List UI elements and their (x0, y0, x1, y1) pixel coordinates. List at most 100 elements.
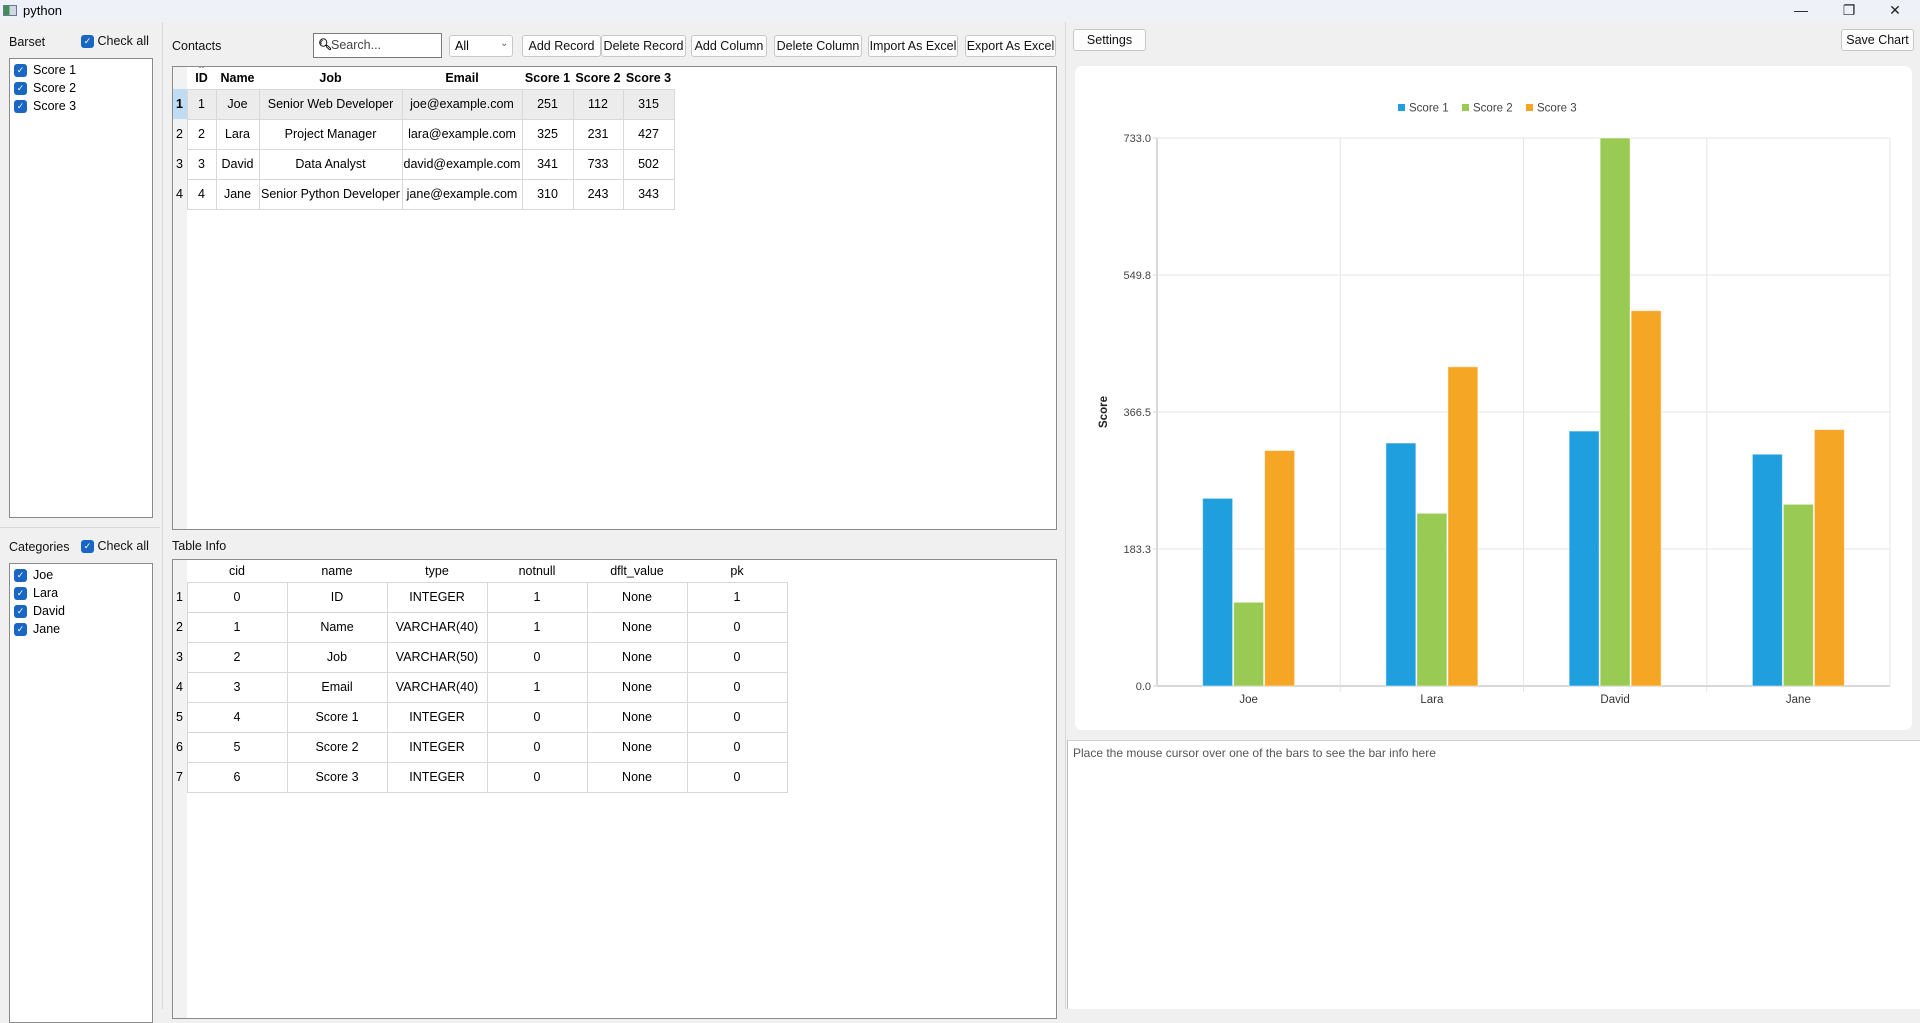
table-row[interactable]: 5 4 Score 1 INTEGER 0 None 0 (173, 701, 788, 733)
table-cell[interactable]: 243 (572, 178, 624, 210)
table-cell[interactable]: 0 (486, 761, 588, 793)
table-cell[interactable]: 2 (186, 118, 217, 150)
table-cell[interactable]: 0 (486, 641, 588, 673)
table-cell[interactable]: None (586, 761, 688, 793)
table-cell[interactable]: 1 (486, 671, 588, 703)
category-item[interactable]: ✓ Joe (10, 566, 152, 584)
column-header[interactable]: Score 1 (522, 67, 573, 89)
column-header[interactable]: cid (187, 560, 287, 582)
table-cell[interactable]: jane@example.com (401, 178, 523, 210)
table-cell[interactable]: 733 (572, 148, 624, 180)
table-cell[interactable]: 3 (186, 148, 217, 180)
table-cell[interactable]: 1 (186, 611, 288, 643)
table-cell[interactable]: None (586, 581, 688, 613)
bar-score-3-david[interactable] (1630, 310, 1662, 687)
column-header[interactable]: pk (687, 560, 787, 582)
close-button[interactable]: ✕ (1872, 0, 1918, 22)
table-cell[interactable]: 0 (486, 701, 588, 733)
minimize-button[interactable]: — (1778, 0, 1824, 22)
table-row[interactable]: 1 1 Joe Senior Web Developer joe@example.com… (173, 88, 675, 120)
bar-score-2-jane[interactable] (1782, 503, 1814, 687)
table-cell[interactable]: david@example.com (401, 148, 523, 180)
barset-item[interactable]: ✓ Score 2 (10, 79, 152, 97)
table-cell[interactable]: 0 (686, 701, 788, 733)
table-cell[interactable]: 5 (186, 731, 288, 763)
table-cell[interactable]: Score 3 (286, 761, 388, 793)
table-row[interactable]: 2 1 Name VARCHAR(40) 1 None 0 (173, 611, 788, 643)
table-cell[interactable]: 0 (686, 761, 788, 793)
row-header[interactable]: 6 (173, 732, 187, 762)
table-cell[interactable]: None (586, 641, 688, 673)
table-cell[interactable]: Score 1 (286, 701, 388, 733)
table-cell[interactable]: 3 (186, 671, 288, 703)
row-header[interactable]: 5 (173, 702, 187, 732)
table-cell[interactable]: 231 (572, 118, 624, 150)
table-cell[interactable]: 251 (521, 88, 574, 120)
bar-score-1-jane[interactable] (1751, 453, 1783, 687)
column-header[interactable]: Email (402, 67, 522, 89)
bar-score-1-joe[interactable] (1202, 497, 1234, 687)
table-row[interactable]: 2 2 Lara Project Manager lara@example.com 325… (173, 118, 675, 150)
table-cell[interactable]: 1 (486, 581, 588, 613)
bar-score-2-lara[interactable] (1416, 512, 1448, 687)
row-header[interactable]: 4 (173, 672, 187, 702)
table-cell[interactable]: 4 (186, 178, 217, 210)
category-item[interactable]: ✓ Lara (10, 584, 152, 602)
column-header[interactable]: notnull (487, 560, 587, 582)
add-column-button[interactable]: Add Column (691, 35, 767, 57)
row-header[interactable]: 2 (173, 612, 187, 642)
category-item[interactable]: ✓ Jane (10, 620, 152, 638)
category-item[interactable]: ✓ David (10, 602, 152, 620)
row-header[interactable]: 3 (173, 149, 187, 179)
bar-score-2-david[interactable] (1599, 137, 1631, 687)
table-cell[interactable]: None (586, 671, 688, 703)
table-cell[interactable]: Senior Web Developer (258, 88, 403, 120)
row-header[interactable]: 2 (173, 119, 187, 149)
table-cell[interactable]: 0 (686, 731, 788, 763)
restore-button[interactable]: ❐ (1826, 0, 1872, 22)
row-header[interactable]: 1 (173, 582, 187, 612)
import-excel-button[interactable]: Import As Excel (868, 35, 958, 57)
bar-score-3-joe[interactable] (1264, 450, 1296, 687)
table-row[interactable]: 4 4 Jane Senior Python Developer jane@exampl… (173, 178, 675, 210)
table-cell[interactable]: Senior Python Developer (258, 178, 403, 210)
table-cell[interactable]: joe@example.com (401, 88, 523, 120)
column-header[interactable]: dflt_value (587, 560, 687, 582)
table-row[interactable]: 1 0 ID INTEGER 1 None 1 (173, 581, 788, 613)
table-row[interactable]: 3 2 Job VARCHAR(50) 0 None 0 (173, 641, 788, 673)
table-row[interactable]: 7 6 Score 3 INTEGER 0 None 0 (173, 761, 788, 793)
table-cell[interactable]: INTEGER (386, 761, 488, 793)
table-cell[interactable]: 310 (521, 178, 574, 210)
row-header[interactable]: 4 (173, 179, 187, 209)
table-row[interactable]: 4 3 Email VARCHAR(40) 1 None 0 (173, 671, 788, 703)
bar-score-3-lara[interactable] (1447, 366, 1479, 687)
table-cell[interactable]: Project Manager (258, 118, 403, 150)
column-header[interactable]: ^ ID (187, 67, 216, 89)
delete-column-button[interactable]: Delete Column (774, 35, 862, 57)
table-cell[interactable]: Score 2 (286, 731, 388, 763)
table-cell[interactable]: 2 (186, 641, 288, 673)
bar-score-2-joe[interactable] (1233, 601, 1265, 687)
barset-check-all[interactable]: ✓ Check all (81, 34, 149, 49)
table-cell[interactable]: 315 (622, 88, 675, 120)
table-cell[interactable]: Lara (215, 118, 260, 150)
table-cell[interactable]: 502 (622, 148, 675, 180)
table-cell[interactable]: VARCHAR(50) (386, 641, 488, 673)
table-cell[interactable]: 1 (186, 88, 217, 120)
column-header[interactable]: name (287, 560, 387, 582)
column-header[interactable]: type (387, 560, 487, 582)
add-record-button[interactable]: Add Record (522, 35, 601, 57)
column-header[interactable]: Name (216, 67, 259, 89)
bar-score-1-david[interactable] (1568, 430, 1600, 687)
table-cell[interactable]: 0 (686, 671, 788, 703)
export-excel-button[interactable]: Export As Excel (965, 35, 1056, 57)
table-cell[interactable]: ID (286, 581, 388, 613)
table-row[interactable]: 6 5 Score 2 INTEGER 0 None 0 (173, 731, 788, 763)
table-cell[interactable]: 0 (686, 611, 788, 643)
barset-item[interactable]: ✓ Score 1 (10, 61, 152, 79)
table-cell[interactable]: 0 (686, 641, 788, 673)
barset-item[interactable]: ✓ Score 3 (10, 97, 152, 115)
table-row[interactable]: 3 3 David Data Analyst david@example.com 341 7… (173, 148, 675, 180)
table-cell[interactable]: VARCHAR(40) (386, 611, 488, 643)
row-header[interactable]: 3 (173, 642, 187, 672)
